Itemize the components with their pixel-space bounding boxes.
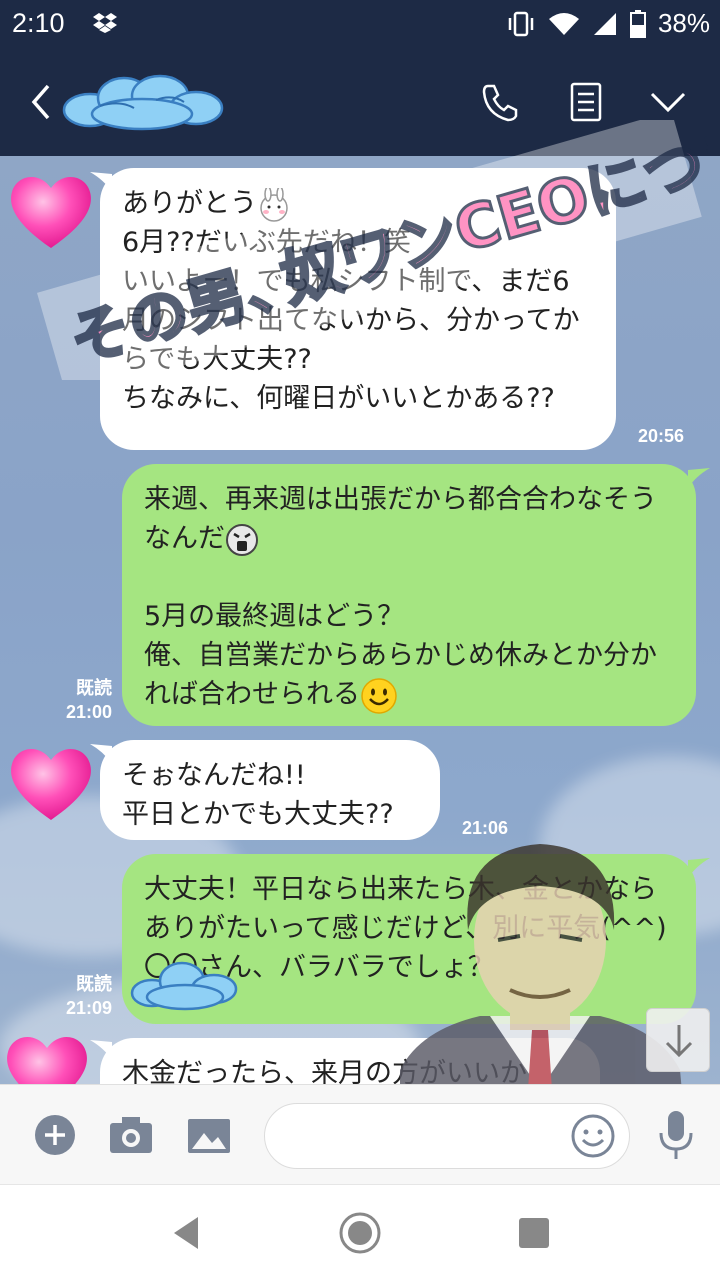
nav-back-icon[interactable] <box>164 1211 208 1255</box>
wifi-icon <box>548 12 579 35</box>
android-nav-bar <box>0 1184 720 1280</box>
status-time: 2:10 <box>12 8 65 38</box>
image-icon[interactable] <box>186 1113 232 1157</box>
message-text: ありがとう <box>122 188 257 219</box>
bubble-tail <box>688 858 710 878</box>
call-icon[interactable] <box>478 80 522 124</box>
notes-icon[interactable] <box>564 80 608 124</box>
message-bubble-outgoing[interactable]: 来週、再来週は出張だから都合合わなそうなんだ 5月の最終週はどう？ 俺、自営業だ… <box>122 464 696 726</box>
message-read-status: 既読 21:09 <box>40 972 112 1020</box>
message-time: 21:00 <box>65 702 112 722</box>
message-text: 5月の最終週はどう？ 俺、自営業だからあらかじめ休みとか分かれば合わせられる <box>144 601 657 710</box>
contact-avatar[interactable] <box>2 1028 92 1084</box>
signal-icon <box>593 12 616 35</box>
read-label: 既読 <box>76 678 112 698</box>
chat-name-cloud-image <box>62 74 224 131</box>
bubble-tail <box>688 468 710 488</box>
battery-icon <box>629 9 646 38</box>
camera-icon[interactable] <box>108 1113 154 1157</box>
chevron-down-icon[interactable] <box>646 80 690 124</box>
nav-home-icon[interactable] <box>338 1211 382 1255</box>
plus-icon[interactable] <box>32 1113 78 1157</box>
arrow-down-icon <box>665 1025 693 1058</box>
battery-percent: 38% <box>657 8 710 38</box>
small-cloud-sticker <box>130 961 238 1011</box>
message-text: 来週、再来週は出張だから都合合わなそうなんだ <box>144 484 657 554</box>
nav-recents-icon[interactable] <box>512 1211 556 1255</box>
message-time: 20:56 <box>637 426 684 446</box>
dropbox-icon <box>93 13 117 33</box>
contact-avatar[interactable] <box>6 168 96 252</box>
chat-message-list[interactable]: ありがとう 6月??だいぶ先だね！笑 いいよー！でも私シフト制で、まだ6月のシフ… <box>0 156 720 1084</box>
smile-emoji-icon <box>361 677 397 714</box>
message-read-status: 既読 21:00 <box>40 676 112 724</box>
message-time: 21:09 <box>65 998 112 1018</box>
message-bubble-incoming[interactable]: ありがとう 6月??だいぶ先だね！笑 いいよー！でも私シフト制で、まだ6月のシフ… <box>100 168 616 450</box>
message-time: 21:06 <box>461 818 508 838</box>
chat-header <box>0 48 720 156</box>
message-bubble-incoming[interactable]: そぉなんだね!! 平日とかでも大丈夫?? <box>100 740 440 840</box>
back-icon[interactable] <box>22 80 62 124</box>
scroll-to-bottom-button[interactable] <box>646 1008 710 1072</box>
contact-avatar[interactable] <box>6 740 96 824</box>
crying-face-icon <box>226 523 258 556</box>
rabbit-sticker-icon <box>260 187 288 222</box>
status-bar: 2:10 38% <box>0 0 720 48</box>
message-input-bar <box>0 1084 720 1184</box>
status-indicators: 38% <box>506 8 710 39</box>
mic-icon[interactable] <box>656 1109 696 1161</box>
smile-icon[interactable] <box>570 1113 616 1159</box>
vibrate-icon <box>508 11 534 36</box>
read-label: 既読 <box>76 974 112 994</box>
message-bubble-incoming[interactable]: 木金だったら、来月の方がいいか <box>100 1038 600 1084</box>
message-text: 6月??だいぶ先だね！笑 いいよー！でも私シフト制で、まだ6月のシフト出てないか… <box>122 227 580 414</box>
